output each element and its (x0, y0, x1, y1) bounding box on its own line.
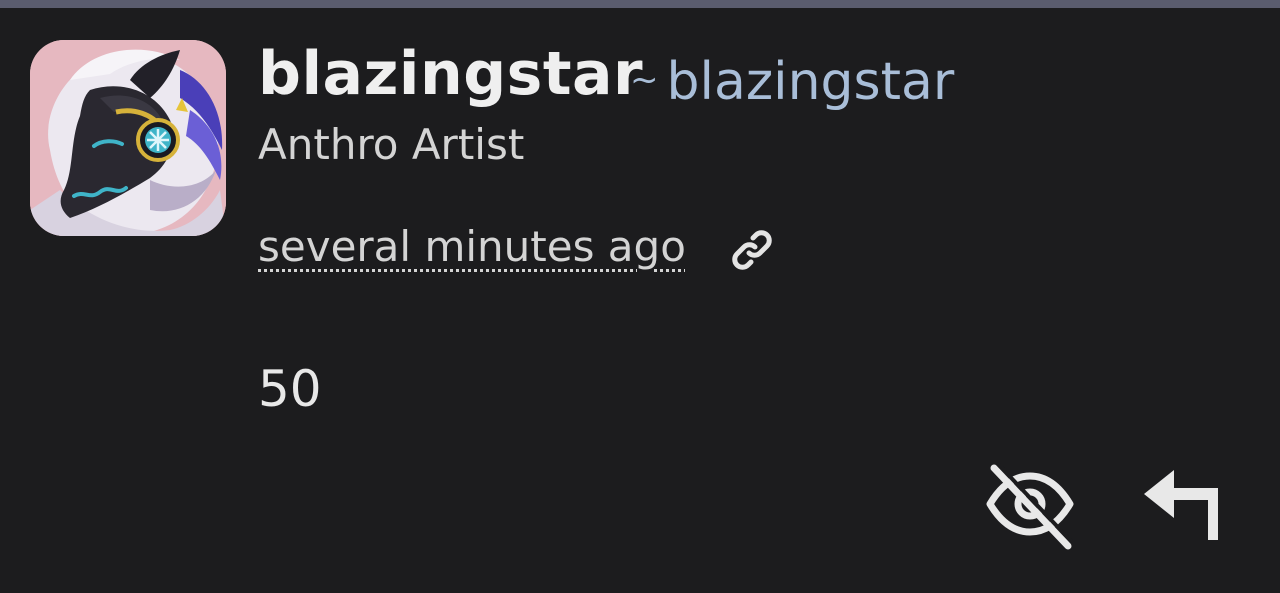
avatar-image (30, 40, 226, 236)
handle-prefix: ~ (630, 60, 659, 100)
handle-text: blazingstar (666, 52, 955, 112)
comment-timestamp[interactable]: several minutes ago (258, 226, 686, 268)
link-icon[interactable] (728, 226, 776, 274)
comment-body: 50 (258, 360, 322, 418)
reply-arrow-icon[interactable] (1140, 464, 1230, 548)
author-display-name[interactable]: blazingstar (258, 44, 643, 104)
avatar[interactable] (30, 40, 226, 236)
author-title: Anthro Artist (258, 120, 525, 169)
eye-off-icon[interactable] (982, 456, 1078, 552)
author-handle[interactable]: ~ blazingstar (630, 56, 954, 108)
top-divider (0, 0, 1280, 8)
